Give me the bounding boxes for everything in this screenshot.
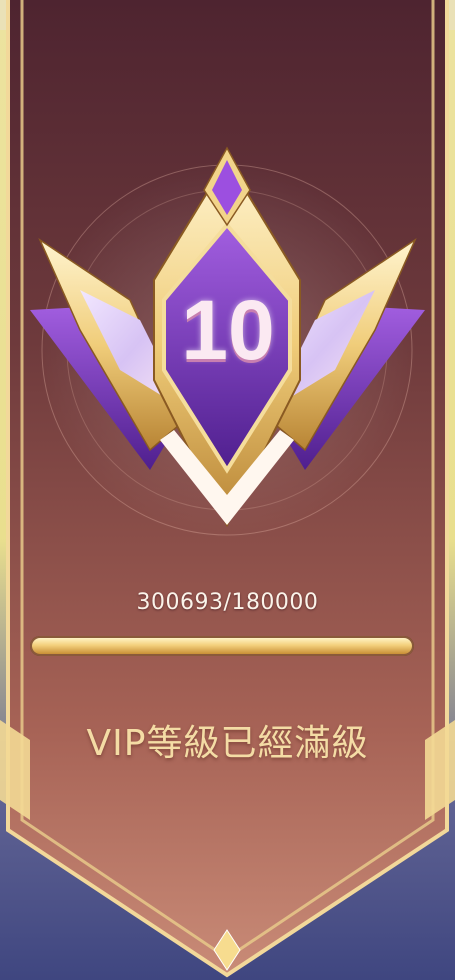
vip-max-level-status: VIP等級已經滿級 <box>86 723 369 764</box>
vip-progress-text: 300693/180000 <box>136 590 319 615</box>
vip-progress-bar <box>30 636 414 656</box>
vip-level-number: 10 <box>181 283 275 377</box>
vip-banner <box>0 0 455 978</box>
vip-progress-fill <box>32 638 412 654</box>
